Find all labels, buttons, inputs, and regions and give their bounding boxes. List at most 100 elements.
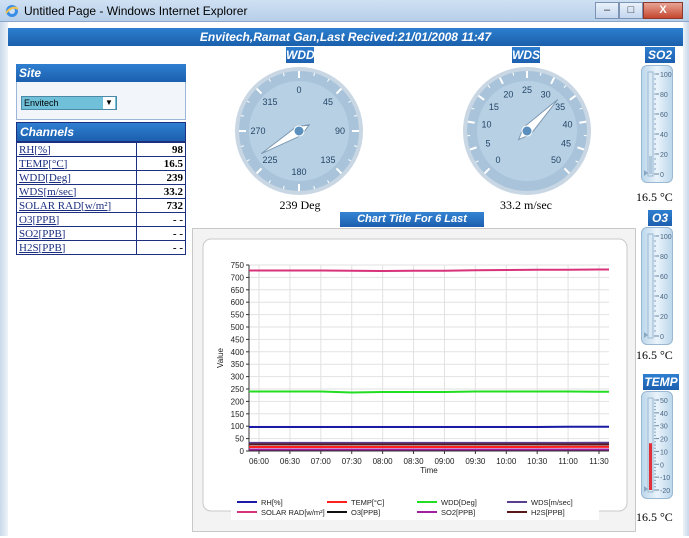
gauge-tick-label: 15 (489, 102, 499, 112)
thermometer-tick-label: 100 (660, 234, 672, 241)
o3-reading: 16.5 °C (636, 348, 673, 363)
chart-y-tick-label: 350 (231, 360, 245, 369)
channel-name-link[interactable]: WDS[m/sec] (17, 185, 137, 199)
gauge-tick-label: 270 (250, 126, 265, 136)
gauge-tick (579, 122, 586, 123)
thermometer-tick-label: 20 (660, 437, 668, 444)
gauge-tick (468, 122, 475, 123)
gauge-tick-label: 45 (323, 97, 333, 107)
channel-name-link[interactable]: SOLAR RAD[w/m²] (17, 199, 137, 213)
chart-x-tick-label: 06:30 (280, 457, 301, 466)
chart-y-tick-label: 200 (231, 397, 245, 406)
chart-title: Chart Title For 6 Last Hours (340, 212, 484, 227)
chart-y-tick-label: 700 (231, 273, 245, 282)
chart-legend-label: WDD[Deg] (441, 498, 477, 507)
chart-plot-frame (203, 239, 627, 511)
chart-y-axis-label: Value (216, 348, 225, 368)
chart-panel: 0501001502002503003504004505005506006507… (192, 228, 636, 532)
minimize-button[interactable]: – (595, 2, 619, 19)
maximize-button[interactable]: □ (619, 2, 643, 19)
thermometer-tick-label: 50 (660, 398, 668, 405)
page-header: Envitech,Ramat Gan,Last Recived:21/01/20… (8, 28, 683, 46)
channels-title: Channels (16, 122, 186, 142)
chart-series-line (249, 391, 609, 392)
channel-name-link[interactable]: WDD[Deg] (17, 171, 137, 185)
thermometer-tick-label: 30 (660, 424, 668, 431)
thermometer-tick-label: 100 (660, 72, 672, 79)
chart-legend-label: SO2[PPB] (441, 508, 475, 517)
gauge-tick-label: 180 (291, 167, 306, 177)
channel-value: 732 (137, 199, 186, 213)
thermometer-fill (649, 156, 652, 174)
gauge-tick (540, 73, 541, 76)
chart-x-tick-label: 08:30 (404, 457, 425, 466)
chart-legend-label: H2S[PPB] (531, 508, 565, 517)
chart-y-tick-label: 600 (231, 298, 245, 307)
wdd-gauge: 04590135180225270315 (232, 64, 366, 198)
gauge-tick-label: 0 (496, 155, 501, 165)
thermometer-tick-label: 20 (660, 314, 668, 321)
channel-value: 16.5 (137, 157, 186, 171)
channel-value: 239 (137, 171, 186, 185)
chart-y-tick-label: 400 (231, 348, 245, 357)
channel-row: WDD[Deg]239 (17, 171, 186, 185)
window-border-left (0, 22, 8, 536)
gauge-tick-label: 20 (503, 89, 513, 99)
channel-name-link[interactable]: TEMP[°C] (17, 157, 137, 171)
thermometer-tick-label: 0 (660, 172, 664, 179)
thermometer-tick-label: 0 (660, 462, 664, 469)
gauge-tick-label: 10 (481, 120, 491, 130)
window-border-right (683, 22, 689, 536)
chart-legend-label: WDS[m/sec] (531, 498, 573, 507)
thermometer-tick-label: 10 (660, 449, 668, 456)
chart-legend-label: TEMP[°C] (351, 498, 384, 507)
thermometer-tick-label: 40 (660, 132, 668, 139)
channel-name-link[interactable]: H2S[PPB] (17, 241, 137, 255)
close-button[interactable]: X (643, 2, 683, 19)
chart-x-tick-label: 07:00 (311, 457, 332, 466)
channel-name-link[interactable]: O3[PPB] (17, 213, 137, 227)
channel-value: - - (137, 213, 186, 227)
thermometer-tick-label: 60 (660, 274, 668, 281)
gauge-tick-label: 50 (551, 155, 561, 165)
gauge-tick-label: 5 (485, 139, 490, 149)
gauge-tick-label: 0 (296, 85, 301, 95)
thermometer-tick-label: 0 (660, 334, 664, 341)
chart-legend-label: SOLAR RAD[w/m²] (261, 508, 325, 517)
temp-reading: 16.5 °C (636, 510, 673, 525)
gauge-tick-label: 135 (320, 155, 335, 165)
so2-thermometer: 100806040200 (641, 65, 673, 183)
chart-x-tick-label: 09:30 (465, 457, 486, 466)
gauge-tick-label: 35 (555, 102, 565, 112)
gauge-tick-label: 45 (561, 139, 571, 149)
line-chart: 0501001502002503003504004505005506006507… (193, 229, 637, 533)
temp-thermometer: 50403020100-10-20 (641, 391, 673, 499)
thermometer-tick-label: 20 (660, 152, 668, 159)
thermometer-tube (648, 234, 653, 338)
channel-value: - - (137, 241, 186, 255)
site-select[interactable]: Envitech ▼ (21, 96, 117, 110)
chevron-down-icon: ▼ (103, 97, 115, 109)
gauge-tick-label: 225 (262, 155, 277, 165)
wds-gauge-reading: 33.2 m/sec (466, 198, 586, 213)
chart-y-tick-label: 550 (231, 311, 245, 320)
chart-x-tick-label: 10:00 (496, 457, 517, 466)
gauge-tick-label: 90 (335, 126, 345, 136)
chart-x-tick-label: 11:30 (589, 457, 609, 466)
channel-row: SO2[PPB]- - (17, 227, 186, 241)
channel-row: RH[%]98 (17, 143, 186, 157)
o3-thermometer: 100806040200 (641, 227, 673, 345)
page-content: Envitech,Ramat Gan,Last Recived:21/01/20… (0, 22, 689, 536)
chart-y-tick-label: 0 (240, 447, 245, 456)
site-select-value: Envitech (24, 98, 59, 108)
thermometer-fill (649, 443, 652, 490)
thermometer-tick-label: 60 (660, 112, 668, 119)
chart-y-tick-label: 100 (231, 422, 245, 431)
thermometer-tick-label: 40 (660, 411, 668, 418)
wds-gauge-title: WDS (512, 47, 540, 63)
wds-gauge: 05101520253035404550 (460, 64, 594, 198)
channel-name-link[interactable]: SO2[PPB] (17, 227, 137, 241)
thermometer-tick-label: 80 (660, 254, 668, 261)
channel-name-link[interactable]: RH[%] (17, 143, 137, 157)
so2-reading: 16.5 °C (636, 190, 673, 205)
